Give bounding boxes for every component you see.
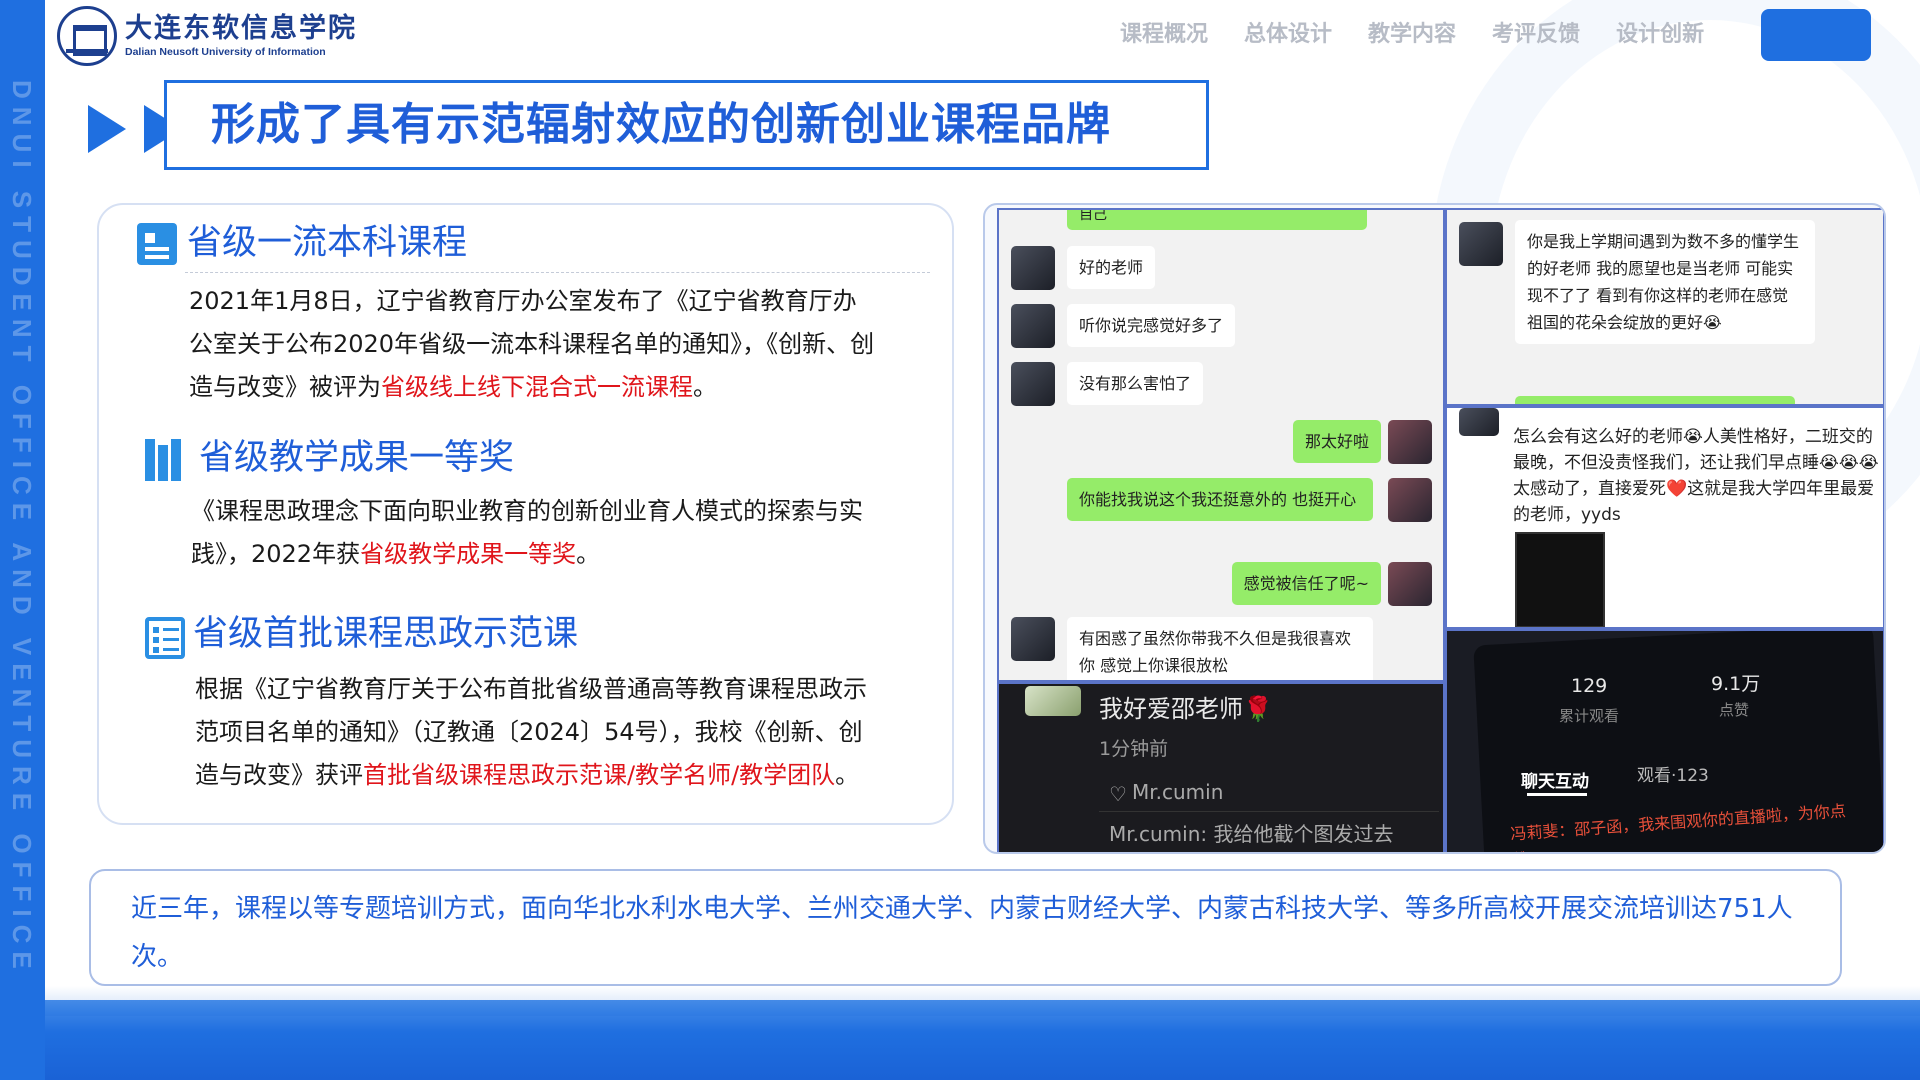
section-heading-2: 省级教学成果一等奖: [199, 438, 515, 478]
chat-row: 感觉被信任了呢~: [999, 560, 1443, 610]
books-icon: [145, 439, 185, 481]
nav-item-content[interactable]: 教学内容: [1368, 20, 1456, 50]
avatar: [1011, 362, 1055, 406]
section-text-3: 根据《辽宁省教育厅关于公布首批省级普通高等教育课程思政示范项目名单的通知》（辽教…: [195, 675, 867, 789]
highlight-text: 省级线上线下混合式一流课程: [381, 373, 693, 401]
summary-box: 近三年，课程以等专题培训方式，面向华北水利水电大学、兰州交通大学、内蒙古财经大学…: [89, 869, 1842, 986]
view-count-label: 累计观看: [1559, 707, 1620, 725]
logo-seal-icon: [57, 6, 117, 66]
avatar: [1011, 246, 1055, 290]
achievements-panel: 省级一流本科课程 2021年1月8日，辽宁省教育厅办公室发布了《辽宁省教育厅办公…: [97, 203, 954, 825]
tab-chat[interactable]: 聊天互动: [1521, 767, 1589, 792]
comment-text: 我好爱邵老师🌹: [1099, 695, 1273, 723]
chat-bubble: 你是我上学期间遇到为数不多的懂学生的好老师 我的愿望也是当老师 可能实现不了了 …: [1515, 220, 1815, 344]
chat-row: 没有那么害怕了: [999, 360, 1443, 410]
highlight-text: 首批省级课程思政示范课/教学名师/教学团队: [363, 761, 836, 789]
view-count: 129: [1571, 675, 1608, 697]
page-title: 形成了具有示范辐射效应的创新创业课程品牌: [211, 99, 1111, 150]
avatar: [1388, 478, 1432, 522]
chat-bubble: 听你说完感觉好多了: [1067, 304, 1236, 347]
document-icon: [137, 223, 177, 265]
footer-band: [45, 986, 1920, 1080]
heart-icon: ♡: [1109, 782, 1127, 806]
section-heading-3: 省级首批课程思政示范课: [193, 614, 579, 654]
section-heading-1: 省级一流本科课程: [187, 223, 468, 263]
thumbnail-image: [1515, 532, 1605, 627]
chat-row: 那太好啦: [999, 418, 1443, 468]
nav-item-overview[interactable]: 课程概况: [1120, 20, 1208, 50]
summary-text: 近三年，课程以等专题培训方式，面向华北水利水电大学、兰州交通大学、内蒙古财经大学…: [131, 894, 1793, 972]
avatar: [1011, 617, 1055, 661]
highlight-text: 省级教学成果一等奖: [360, 540, 577, 568]
header: 大连东软信息学院 Dalian Neusoft University of In…: [45, 0, 1920, 72]
left-accent-bar: DNUI STUDENT OFFICE AND VENTURE OFFICE: [0, 0, 45, 1080]
like-count: 9.1万: [1711, 673, 1761, 695]
comment-time: 1分钟前: [1099, 738, 1169, 760]
nav-active-button[interactable]: [1761, 9, 1871, 61]
wechat-screenshot-2: 你是我上学期间遇到为数不多的懂学生的好老师 我的愿望也是当老师 可能实现不了了 …: [1445, 208, 1884, 406]
list-icon: [145, 617, 185, 659]
chat-row: 你能找我说这个我还挺意外的 也挺开心: [999, 476, 1443, 556]
section-text-1: 2021年1月8日，辽宁省教育厅办公室发布了《辽宁省教育厅办公室关于公布2020…: [189, 287, 875, 401]
comment-text: 怎么会有这么好的老师😭人美性格好，二班交的最晚，不但没责怪我们，还让我们早点睡😭…: [1513, 427, 1879, 525]
nav-item-feedback[interactable]: 考评反馈: [1492, 20, 1580, 50]
tab-viewers[interactable]: 观看·123: [1637, 761, 1709, 786]
chat-bubble: 感觉被信任了呢~: [1231, 562, 1381, 605]
student-feedback-screenshots: 自己 好的老师 听你说完感觉好多了 没有那么害怕了 那太好啦 你能找我说这个我还…: [983, 203, 1886, 854]
chat-row: 听你说完感觉好多了: [999, 302, 1443, 352]
chat-bubble-partial: 自己: [1067, 210, 1367, 230]
chat-bubble: 那太好啦: [1292, 420, 1381, 463]
logo-english-name: Dalian Neusoft University of Information: [125, 46, 326, 58]
chat-bubble: 有困惑了虽然你带我不久但是我很喜欢你 感觉上你课很放松: [1067, 617, 1373, 680]
avatar: [1388, 562, 1432, 606]
section-divider: [185, 272, 930, 273]
chat-bubble-partial: [1515, 396, 1795, 404]
wechat-screenshot-1: 自己 好的老师 听你说完感觉好多了 没有那么害怕了 那太好啦 你能找我说这个我还…: [997, 208, 1445, 682]
chat-row: 有困惑了虽然你带我不久但是我很喜欢你 感觉上你课很放松: [999, 615, 1443, 680]
section-text-2: 《课程思政理念下面向职业教育的创新创业育人模式的探索与实践》，2022年获省级教…: [191, 497, 863, 568]
avatar: [1025, 686, 1081, 716]
chat-bubble: 没有那么害怕了: [1067, 362, 1204, 405]
like-user: Mr.cumin: [1132, 780, 1224, 804]
chat-bubble: 你能找我说这个我还挺意外的 也挺开心: [1067, 478, 1373, 521]
side-watermark: DNUI STUDENT OFFICE AND VENTURE OFFICE: [7, 80, 37, 977]
avatar: [1388, 420, 1432, 464]
chat-bubble: 好的老师: [1067, 246, 1156, 289]
title-box: 形成了具有示范辐射效应的创新创业课程品牌: [164, 80, 1209, 170]
university-logo: 大连东软信息学院 Dalian Neusoft University of In…: [57, 6, 357, 66]
logo-chinese-name: 大连东软信息学院: [125, 13, 357, 44]
nav-item-design[interactable]: 总体设计: [1244, 20, 1332, 50]
chat-row: 好的老师: [999, 244, 1443, 294]
nav-item-innovation[interactable]: 设计创新: [1616, 20, 1704, 50]
live-comment-screenshot: 我好爱邵老师🌹 1分钟前 ♡ Mr.cumin Mr.cumin: 我给他截个图…: [997, 682, 1445, 852]
avatar: [1459, 222, 1503, 266]
reply-text: Mr.cumin: 我给他截个图发过去: [1109, 822, 1394, 846]
play-arrow-icon: [88, 105, 126, 153]
avatar: [1459, 408, 1499, 436]
social-comment-screenshot: 怎么会有这么好的老师😭人美性格好，二班交的最晚，不但没责怪我们，还让我们早点睡😭…: [1445, 406, 1884, 629]
like-count-label: 点赞: [1719, 701, 1750, 719]
avatar: [1011, 304, 1055, 348]
divider: [1099, 811, 1439, 812]
live-stream-photo: 129 累计观看 9.1万 点赞 聊天互动 观看·123 冯莉斐：邵子函，我来围…: [1445, 629, 1884, 852]
top-nav: 课程概况 总体设计 教学内容 考评反馈 设计创新: [1120, 20, 1740, 50]
tab-underline: [1527, 793, 1587, 796]
